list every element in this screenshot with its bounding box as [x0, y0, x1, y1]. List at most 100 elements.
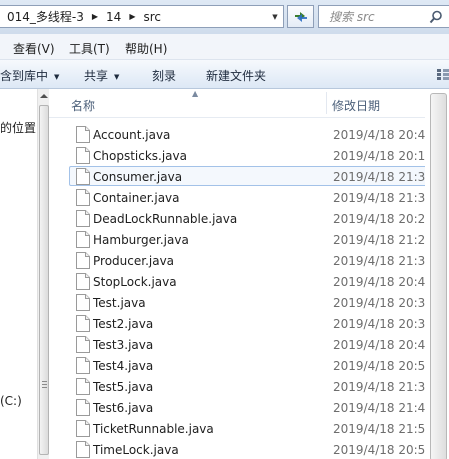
- java-file-icon: [76, 357, 90, 374]
- java-file-icon: [76, 315, 90, 332]
- file-name: TicketRunnable.java: [93, 422, 214, 436]
- address-toolbar: 014_多线程-3 ▶ 14 ▶ src ▼ 搜索 src: [0, 0, 449, 34]
- file-list-scrollbar-thumb[interactable]: [430, 93, 447, 459]
- java-file-icon: [76, 210, 90, 227]
- chevron-down-icon: ▼: [54, 73, 60, 81]
- breadcrumb-folder-14[interactable]: 14: [106, 10, 121, 24]
- breadcrumb-folder-src[interactable]: src: [143, 10, 161, 24]
- file-name: Consumer.java: [93, 170, 183, 184]
- java-file-icon: [76, 252, 90, 269]
- file-name: Hamburger.java: [93, 233, 189, 247]
- file-date-modified: 2019/4/18 20:49: [333, 338, 433, 352]
- file-list-scrollbar[interactable]: [425, 89, 449, 459]
- java-file-icon: [76, 189, 90, 206]
- file-row[interactable]: Container.java 2019/4/18 21:36: [69, 187, 449, 207]
- nav-item-recent-places[interactable]: 的位置: [0, 119, 36, 136]
- new-folder-button[interactable]: 新建文件夹: [206, 67, 266, 84]
- java-file-icon: [76, 126, 90, 143]
- java-file-icon: [76, 273, 90, 290]
- refresh-button[interactable]: [287, 5, 314, 28]
- java-file-icon: [76, 168, 90, 185]
- file-date-modified: 2019/4/18 21:36: [333, 191, 433, 205]
- share-label: 共享: [84, 69, 109, 83]
- breadcrumb-separator-icon[interactable]: ▶: [92, 12, 98, 21]
- file-name: Test6.java: [93, 401, 154, 415]
- file-list: ▲ 名称 修改日期 Account.java 2019/4/18 20:41 Cho…: [49, 89, 449, 459]
- file-row[interactable]: Chopsticks.java 2019/4/18 20:17: [69, 145, 449, 165]
- file-row[interactable]: Test6.java 2019/4/18 21:48: [69, 397, 449, 417]
- sort-ascending-icon: ▲: [192, 89, 199, 98]
- file-date-modified: 2019/4/18 21:29: [333, 233, 433, 247]
- file-date-modified: 2019/4/18 20:30: [333, 296, 433, 310]
- java-file-icon: [76, 420, 90, 437]
- command-bar: 含到库中 ▼ 共享 ▼ 刻录 新建文件夹: [0, 60, 449, 89]
- search-placeholder: 搜索 src: [329, 10, 375, 24]
- scroll-up-icon[interactable]: [40, 94, 48, 98]
- file-date-modified: 2019/4/18 20:57: [333, 443, 433, 457]
- column-header-name[interactable]: 名称: [71, 97, 95, 114]
- menu-bar: 查看(V) 工具(T) 帮助(H): [0, 34, 449, 60]
- file-name: Test.java: [93, 296, 146, 310]
- file-row[interactable]: Hamburger.java 2019/4/18 21:29: [69, 229, 449, 249]
- file-date-modified: 2019/4/18 20:47: [333, 275, 433, 289]
- file-row[interactable]: Test4.java 2019/4/18 20:56: [69, 355, 449, 375]
- file-row[interactable]: Consumer.java 2019/4/18 21:31: [69, 166, 449, 186]
- column-header-row: ▲ 名称 修改日期: [49, 89, 449, 118]
- menu-view[interactable]: 查看(V): [13, 40, 55, 57]
- navigation-scrollbar[interactable]: [37, 89, 49, 459]
- file-name: Test3.java: [93, 338, 154, 352]
- breadcrumb-folder-014[interactable]: 014_多线程-3: [7, 8, 84, 25]
- java-file-icon: [76, 231, 90, 248]
- burn-button[interactable]: 刻录: [152, 67, 176, 84]
- include-in-library-label: 含到库中: [0, 69, 49, 83]
- file-row[interactable]: Test3.java 2019/4/18 20:49: [69, 334, 449, 354]
- file-date-modified: 2019/4/18 20:56: [333, 359, 433, 373]
- menu-help[interactable]: 帮助(H): [125, 40, 167, 57]
- address-history-dropdown-icon[interactable]: ▼: [267, 6, 283, 27]
- chevron-down-icon: ▼: [114, 73, 120, 81]
- file-name: Producer.java: [93, 254, 175, 268]
- file-row[interactable]: TicketRunnable.java 2019/4/18 21:50: [69, 418, 449, 438]
- file-date-modified: 2019/4/18 20:25: [333, 212, 433, 226]
- file-row[interactable]: TimeLock.java 2019/4/18 20:57: [69, 439, 449, 459]
- java-file-icon: [76, 336, 90, 353]
- file-row[interactable]: Test5.java 2019/4/18 21:33: [69, 376, 449, 396]
- file-date-modified: 2019/4/18 21:48: [333, 401, 433, 415]
- java-file-icon: [76, 147, 90, 164]
- column-header-date-modified[interactable]: 修改日期: [332, 97, 380, 114]
- nav-item-local-disk[interactable]: (C:): [0, 394, 22, 408]
- java-file-icon: [76, 378, 90, 395]
- file-row[interactable]: Test.java 2019/4/18 20:30: [69, 292, 449, 312]
- file-row[interactable]: DeadLockRunnable.java 2019/4/18 20:25: [69, 208, 449, 228]
- file-name: DeadLockRunnable.java: [93, 212, 238, 226]
- column-divider[interactable]: [326, 92, 327, 114]
- share-button[interactable]: 共享 ▼: [84, 67, 119, 84]
- file-date-modified: 2019/4/18 20:17: [333, 149, 433, 163]
- search-icon[interactable]: [429, 10, 443, 24]
- file-name: TimeLock.java: [93, 443, 179, 457]
- file-name: Chopsticks.java: [93, 149, 187, 163]
- grip-icon: [42, 381, 47, 382]
- grip-icon: [42, 384, 47, 385]
- java-file-icon: [76, 399, 90, 416]
- change-view-icon[interactable]: [437, 68, 449, 81]
- navigation-scrollbar-thumb[interactable]: [39, 105, 49, 455]
- file-date-modified: 2019/4/18 21:50: [333, 422, 433, 436]
- search-input[interactable]: 搜索 src: [318, 5, 449, 28]
- file-row[interactable]: Test2.java 2019/4/18 20:39: [69, 313, 449, 333]
- file-name: Test4.java: [93, 359, 154, 373]
- file-date-modified: 2019/4/18 20:41: [333, 128, 433, 142]
- refresh-icon: [294, 11, 307, 22]
- file-name: StopLock.java: [93, 275, 177, 289]
- file-name: Test2.java: [93, 317, 154, 331]
- file-name: Test5.java: [93, 380, 154, 394]
- file-date-modified: 2019/4/18 20:39: [333, 317, 433, 331]
- address-bar[interactable]: 014_多线程-3 ▶ 14 ▶ src ▼: [0, 5, 284, 28]
- include-in-library-button[interactable]: 含到库中 ▼: [0, 67, 59, 84]
- menu-tools[interactable]: 工具(T): [69, 40, 110, 57]
- file-row[interactable]: Producer.java 2019/4/18 21:30: [69, 250, 449, 270]
- file-row[interactable]: Account.java 2019/4/18 20:41: [69, 124, 449, 144]
- file-name: Account.java: [93, 128, 171, 142]
- file-row[interactable]: StopLock.java 2019/4/18 20:47: [69, 271, 449, 291]
- breadcrumb-separator-icon[interactable]: ▶: [129, 12, 135, 21]
